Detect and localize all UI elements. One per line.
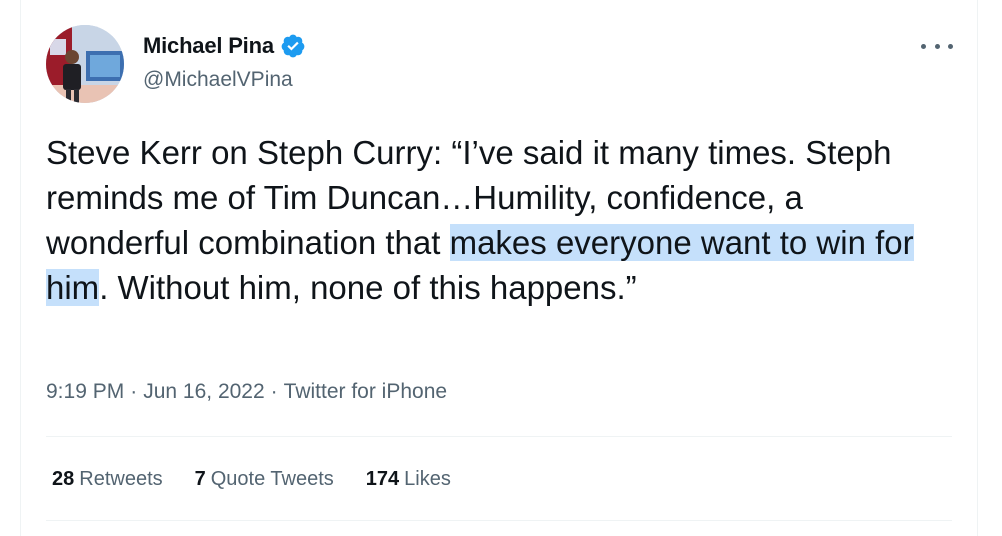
avatar[interactable] bbox=[46, 25, 124, 103]
retweets-stat[interactable]: 28 Retweets bbox=[52, 465, 163, 493]
more-options-icon[interactable] bbox=[921, 34, 953, 58]
likes-stat[interactable]: 174 Likes bbox=[366, 465, 451, 493]
more-dot bbox=[934, 43, 940, 49]
tweet-text: Steve Kerr on Steph Curry: “I’ve said it… bbox=[46, 130, 936, 310]
author-handle[interactable]: @MichaelVPina bbox=[143, 67, 293, 93]
retweets-count: 28 bbox=[52, 468, 75, 490]
verified-badge-icon bbox=[281, 34, 305, 58]
quote-tweets-stat[interactable]: 7 Quote Tweets bbox=[195, 465, 334, 493]
tweet-date[interactable]: Jun 16, 2022 bbox=[143, 378, 264, 406]
tweet-meta: 9:19 PM · Jun 16, 2022 · Twitter for iPh… bbox=[46, 378, 447, 406]
author-name-row[interactable]: Michael Pina bbox=[143, 33, 306, 59]
quote-tweets-label: Quote Tweets bbox=[210, 468, 334, 490]
tweet-text-end: . Without him, none of this happens.” bbox=[99, 269, 637, 306]
meta-separator: · bbox=[130, 380, 138, 403]
avatar-image bbox=[46, 25, 124, 103]
likes-label: Likes bbox=[404, 468, 451, 490]
meta-separator: · bbox=[270, 380, 278, 403]
divider-bottom bbox=[46, 520, 952, 521]
retweets-label: Retweets bbox=[79, 468, 163, 490]
tweet-stats: 28 Retweets 7 Quote Tweets 174 Likes bbox=[52, 465, 451, 493]
tweet-source[interactable]: Twitter for iPhone bbox=[284, 378, 447, 406]
quote-tweets-count: 7 bbox=[194, 468, 206, 490]
divider-top bbox=[46, 436, 952, 437]
tweet-time[interactable]: 9:19 PM bbox=[46, 378, 124, 406]
more-dot bbox=[948, 43, 953, 49]
more-dot bbox=[921, 43, 926, 49]
likes-count: 174 bbox=[365, 468, 400, 490]
author-name[interactable]: Michael Pina bbox=[143, 33, 274, 59]
